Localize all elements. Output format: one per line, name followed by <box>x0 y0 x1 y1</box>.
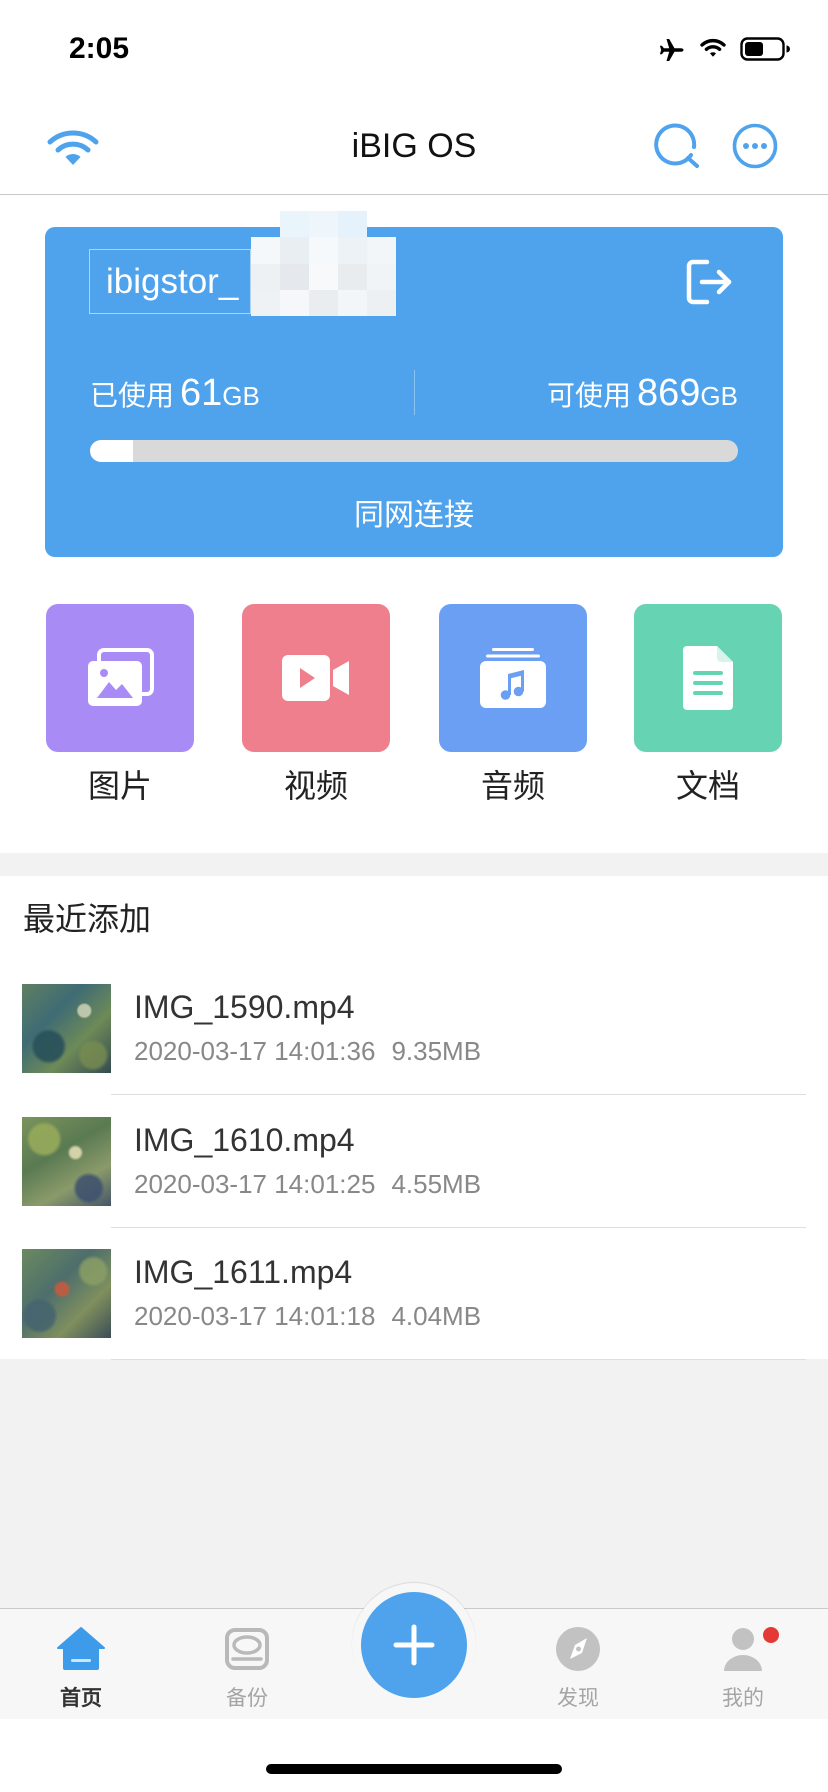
mosaic-block <box>280 263 309 290</box>
used-storage: 已使用 61 GB <box>90 372 260 418</box>
tab-backup[interactable]: 备份 <box>187 1609 307 1719</box>
notification-badge <box>763 1627 779 1643</box>
available-storage: 可使用 869 GB <box>547 372 738 418</box>
tab-label: 备份 <box>226 1686 268 1710</box>
mosaic-block <box>338 211 367 238</box>
category-label-documents: 文档 <box>675 767 740 805</box>
list-item[interactable]: IMG_1611.mp4 2020-03-17 14:01:18 4.04MB <box>0 1249 828 1381</box>
logout-icon[interactable] <box>683 257 735 307</box>
connection-mode[interactable]: 同网连接 <box>45 496 783 536</box>
device-name-box: ibigstor_ <box>89 249 251 314</box>
mosaic-block <box>367 211 396 237</box>
category-tile-images[interactable] <box>46 604 194 752</box>
file-size: 9.35MB <box>391 1036 482 1066</box>
compass-icon <box>556 1627 600 1671</box>
page-title: iBIG OS <box>351 127 477 165</box>
home-indicator[interactable] <box>266 1764 562 1774</box>
search-icon[interactable] <box>653 122 701 170</box>
battery-icon <box>740 37 790 61</box>
category-label-audio: 音频 <box>480 767 545 805</box>
file-meta: 2020-03-17 14:01:18 4.04MB <box>134 1300 481 1332</box>
mosaic-block <box>309 289 338 316</box>
home-indicator-area <box>0 1719 828 1792</box>
mosaic-block <box>251 237 280 264</box>
video-thumbnail <box>22 1117 111 1206</box>
list-item[interactable]: IMG_1590.mp4 2020-03-17 14:01:36 9.35MB <box>0 984 828 1116</box>
list-item[interactable]: IMG_1610.mp4 2020-03-17 14:01:25 4.55MB <box>0 1117 828 1249</box>
used-unit: GB <box>222 381 260 411</box>
file-date: 2020-03-17 14:01:18 <box>134 1301 376 1331</box>
available-unit: GB <box>700 381 738 411</box>
tab-discover[interactable]: 发现 <box>518 1609 638 1719</box>
tab-home[interactable]: 首页 <box>21 1609 141 1719</box>
category-tile-videos[interactable] <box>242 604 390 752</box>
mosaic-block <box>367 289 396 316</box>
video-thumbnail <box>22 984 111 1073</box>
mosaic-block <box>338 237 367 264</box>
usage-divider <box>414 370 415 415</box>
usage-progress-bar <box>90 440 738 462</box>
home-icon <box>57 1627 105 1670</box>
video-icon <box>282 655 349 701</box>
add-button[interactable] <box>361 1592 467 1698</box>
available-value: 869 <box>637 372 701 414</box>
row-divider <box>111 1094 806 1095</box>
image-icon <box>88 648 154 706</box>
usage-progress-fill <box>90 440 133 462</box>
file-size: 4.55MB <box>391 1169 482 1199</box>
music-icon <box>480 648 546 708</box>
mosaic-block <box>367 263 396 290</box>
mosaic-block <box>251 263 280 290</box>
mosaic-block <box>280 237 309 264</box>
mosaic-block <box>309 211 338 238</box>
airplane-icon <box>659 39 684 61</box>
mosaic-block <box>367 237 396 264</box>
device-name: ibigstor_ <box>106 262 239 301</box>
blurred-name-mosaic <box>251 211 396 316</box>
available-label: 可使用 <box>547 379 632 412</box>
file-name: IMG_1610.mp4 <box>134 1122 355 1158</box>
profile-icon <box>724 1628 762 1671</box>
category-tile-documents[interactable] <box>634 604 782 752</box>
file-size: 4.04MB <box>391 1301 482 1331</box>
backup-drive-icon <box>225 1628 269 1670</box>
recent-section-title: 最近添加 <box>23 900 152 938</box>
used-value: 61 <box>180 372 223 414</box>
video-thumbnail <box>22 1249 111 1338</box>
category-label-videos: 视频 <box>283 767 348 805</box>
mosaic-block <box>280 211 309 238</box>
mosaic-block <box>251 211 280 237</box>
file-date: 2020-03-17 14:01:25 <box>134 1169 376 1199</box>
plus-icon <box>393 1624 435 1666</box>
mosaic-block <box>309 263 338 290</box>
file-meta: 2020-03-17 14:01:36 9.35MB <box>134 1035 481 1067</box>
category-tile-audio[interactable] <box>439 604 587 752</box>
file-date: 2020-03-17 14:01:36 <box>134 1036 376 1066</box>
row-divider <box>111 1227 806 1228</box>
mosaic-block <box>338 289 367 316</box>
mosaic-block <box>309 237 338 264</box>
mosaic-block <box>280 289 309 316</box>
used-label: 已使用 <box>90 379 175 412</box>
tab-label: 发现 <box>557 1686 599 1710</box>
file-meta: 2020-03-17 14:01:25 4.55MB <box>134 1168 481 1200</box>
tab-label: 我的 <box>722 1686 764 1710</box>
tab-label: 首页 <box>60 1686 102 1710</box>
tab-profile[interactable]: 我的 <box>683 1609 803 1719</box>
category-label-images: 图片 <box>87 767 152 805</box>
mosaic-block <box>251 289 280 316</box>
file-name: IMG_1590.mp4 <box>134 989 355 1025</box>
more-icon[interactable] <box>731 122 779 170</box>
status-time: 2:05 <box>69 32 130 65</box>
mosaic-block <box>338 263 367 290</box>
document-icon <box>683 646 733 710</box>
file-name: IMG_1611.mp4 <box>134 1254 353 1290</box>
nav-divider <box>0 194 828 195</box>
row-divider <box>111 1359 806 1360</box>
wifi-icon <box>700 38 726 57</box>
